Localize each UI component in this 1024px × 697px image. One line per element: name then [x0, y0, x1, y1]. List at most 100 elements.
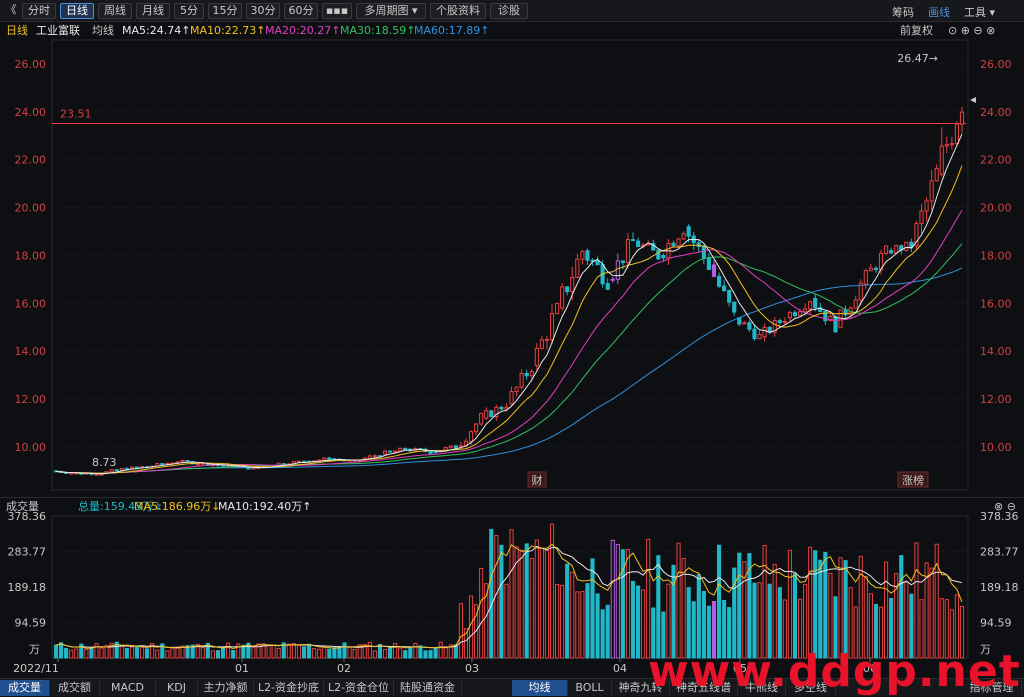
volume-bar [524, 543, 529, 659]
volume-ma5: MA5:186.96万↓ [134, 500, 221, 513]
candle-body [792, 312, 798, 316]
candle-body [372, 455, 377, 458]
candle-body [686, 226, 691, 237]
volume-bar [499, 544, 504, 659]
candle-body [367, 455, 372, 459]
volume-bar [236, 643, 241, 659]
volume-bar [347, 646, 352, 659]
volume-ma10: MA10:192.40万↑ [218, 500, 312, 513]
volume-bar [139, 645, 145, 659]
indicator-tab-7[interactable]: 陆股通资金 [394, 680, 462, 696]
indicator-tab-4[interactable]: 主力净额 [198, 680, 254, 696]
volume-bar [200, 647, 205, 659]
candle-body [873, 267, 879, 271]
candle-body [570, 276, 575, 293]
volume-bar [286, 643, 291, 659]
volume-bar [413, 642, 418, 659]
candle-body [585, 250, 590, 261]
volume-bar [210, 650, 215, 659]
indicator-tab-2[interactable]: MACD [100, 680, 156, 696]
candle-body [129, 466, 134, 469]
volume-bar [858, 555, 863, 659]
volume-bar [251, 647, 256, 659]
volume-bar [99, 647, 104, 659]
candle-body [625, 239, 631, 264]
candle-body [944, 144, 949, 147]
candle-body [661, 254, 666, 259]
candle-body [863, 270, 868, 285]
price-tick-left: 22.00 [15, 154, 47, 167]
volume-bar [519, 549, 524, 659]
price-tick-right: 14.00 [980, 345, 1012, 358]
candle-body [924, 200, 929, 212]
volume-bar [843, 560, 848, 659]
candle-body [782, 321, 787, 324]
candle-body [949, 143, 954, 146]
candle-body [479, 412, 484, 425]
indicator-tab-6[interactable]: L2-资金仓位 [324, 680, 394, 696]
volume-bar [823, 551, 828, 659]
price-tick-left: 26.00 [15, 58, 47, 71]
candle-body [884, 245, 889, 254]
volume-bar [175, 646, 180, 659]
candle-body [954, 123, 960, 145]
volume-bar [352, 649, 357, 659]
candle-body [398, 447, 403, 452]
volume-bar [398, 647, 403, 659]
volume-bar [580, 590, 585, 659]
candle-body [428, 451, 433, 454]
candle-body [711, 264, 717, 277]
volume-bar [307, 643, 312, 659]
indicator-tab-8[interactable]: 均线 [512, 680, 568, 696]
volume-bar [615, 543, 620, 659]
candle-body [69, 472, 74, 475]
volume-close-icon[interactable]: ⊗ ⊖ [994, 498, 1016, 515]
candle-body [722, 285, 727, 291]
volume-bar [124, 647, 129, 659]
volume-bar [382, 649, 388, 659]
volume-bar [215, 650, 221, 659]
volume-bar [509, 529, 514, 659]
volume-tick-right: 283.77 [980, 546, 1019, 559]
volume-bar [276, 647, 281, 659]
badge-zb-label: 涨榜 [902, 473, 924, 487]
candle-body [732, 301, 737, 313]
volume-bar [818, 559, 823, 659]
candle-body [524, 373, 529, 377]
candle-body [453, 445, 458, 449]
volume-bar [129, 646, 134, 659]
indicator-tab-9[interactable]: BOLL [568, 680, 612, 696]
volume-bar [94, 643, 99, 659]
candle-body [160, 463, 165, 466]
candle-body [195, 463, 200, 466]
price-tick-left: 10.00 [15, 441, 47, 454]
indicator-tab-5[interactable]: L2-资金抄底 [254, 680, 324, 696]
indicator-tab-0[interactable]: 成交量 [0, 680, 50, 696]
price-tick-right: 12.00 [980, 393, 1012, 406]
volume-bar [332, 647, 337, 659]
volume-label[interactable]: 成交量 [6, 498, 39, 515]
volume-bar [787, 549, 792, 659]
candle-body [519, 373, 524, 388]
volume-bar [433, 647, 438, 659]
date-tick: 02 [337, 662, 351, 675]
volume-bar [575, 591, 580, 659]
volume-bar [813, 550, 818, 659]
volume-bar [372, 650, 377, 659]
volume-bar [899, 555, 904, 659]
indicator-tab-1[interactable]: 成交额 [50, 680, 100, 696]
candle-body [580, 251, 585, 260]
candle-body [322, 457, 327, 461]
volume-tick-right: 189.18 [980, 581, 1019, 594]
indicator-tab-3[interactable]: KDJ [156, 680, 198, 696]
candle-body [959, 111, 965, 125]
kline-chart[interactable]: 26.00 26.00 24.00 24.00 22.00 22.00 20.00 20.00… [0, 0, 1024, 696]
volume-bar [681, 557, 686, 659]
candle-body [539, 339, 544, 349]
volume-bar [418, 645, 423, 659]
candle-body [803, 308, 808, 313]
volume-bar [145, 648, 150, 659]
volume-bar [646, 538, 651, 659]
candle-body [109, 469, 114, 473]
price-tick-left: 14.00 [15, 345, 47, 358]
